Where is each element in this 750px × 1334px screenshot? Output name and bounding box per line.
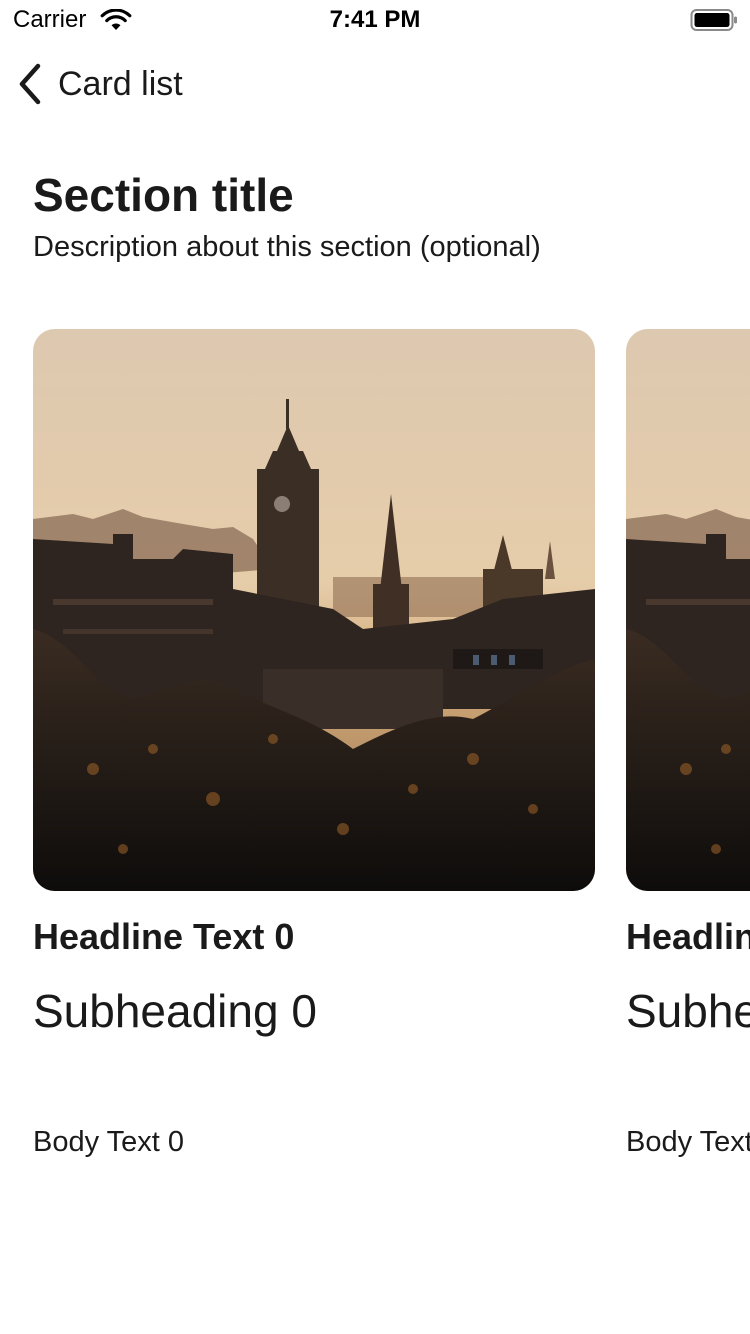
card-image	[33, 329, 595, 891]
card-headline: Headline Text 1	[626, 916, 750, 957]
chevron-left-icon	[19, 63, 41, 105]
card-headline: Headline Text 0	[33, 916, 295, 957]
card-subheading: Subheading 0	[33, 985, 317, 1037]
nav-title: Card list	[58, 65, 183, 103]
screen: Carrier 7:41 PM Card list Section title …	[0, 0, 750, 1334]
back-button[interactable]: Card list	[10, 58, 183, 110]
card[interactable]: Headline Text 0 Subheading 0 Body Text 0	[33, 329, 595, 1158]
section-description: Description about this section (optional…	[33, 231, 541, 263]
status-time: 7:41 PM	[329, 6, 421, 33]
section-title: Section title	[33, 169, 294, 221]
status-bar: Carrier 7:41 PM	[0, 0, 750, 40]
card-image	[626, 329, 750, 891]
card-body: Body Text 1	[626, 1126, 750, 1158]
card[interactable]: Headline Text 1 Subheading 1 Body Text 1	[626, 329, 750, 1158]
card-body: Body Text 0	[33, 1126, 185, 1158]
battery-full-icon	[690, 9, 737, 31]
nav-bar: Card list	[0, 50, 750, 118]
card-subheading: Subheading 1	[626, 985, 750, 1037]
